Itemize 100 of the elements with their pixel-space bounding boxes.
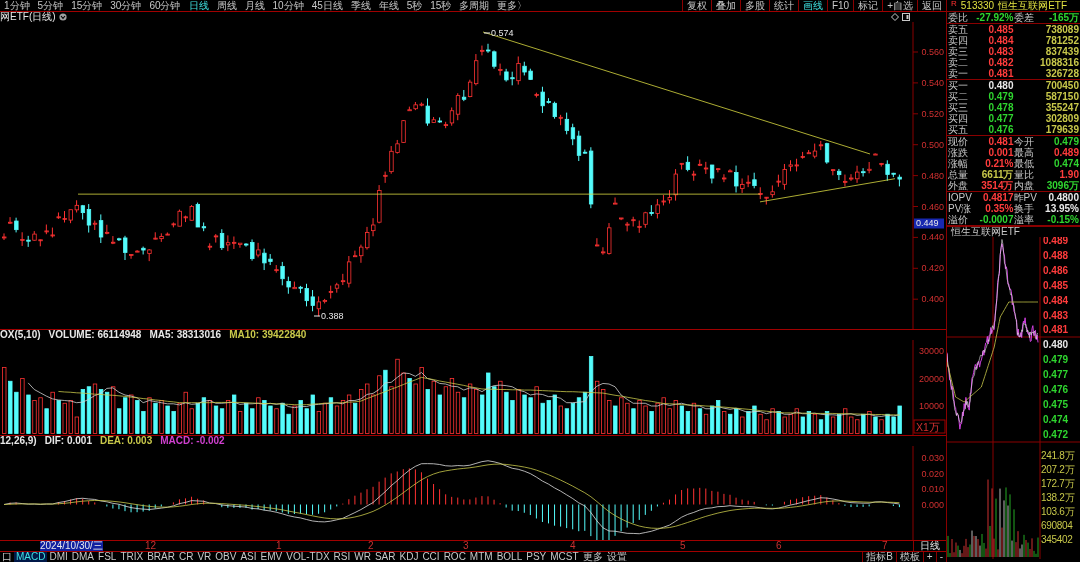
field-value: 0.479 <box>1052 136 1079 147</box>
bar <box>837 414 842 435</box>
period-tab[interactable]: 1分钟 <box>0 0 34 11</box>
tool-button[interactable]: 标记 <box>853 0 883 11</box>
bar <box>238 411 243 435</box>
indicator-tab[interactable]: FSL <box>96 552 119 562</box>
period-tab[interactable]: 日线 <box>184 0 213 11</box>
bar <box>44 408 49 435</box>
bar <box>776 411 781 435</box>
indicator-tab[interactable]: 设置 <box>604 552 629 562</box>
indicator-tab[interactable]: ROC <box>441 552 468 562</box>
axis-label: 138.2万 <box>1041 492 1075 503</box>
indicator-tab[interactable]: CR <box>176 552 196 562</box>
tool-button[interactable]: 叠加 <box>710 0 740 11</box>
indicator-tab[interactable]: BRAR <box>145 552 177 562</box>
tool-button[interactable]: 画线 <box>797 0 827 11</box>
bar <box>129 394 134 435</box>
period-tab[interactable]: 45日线 <box>307 0 347 11</box>
field-label: 买二 <box>948 91 969 102</box>
indicator-tab[interactable]: SAR <box>372 552 398 562</box>
field-label: 卖一 <box>948 68 969 79</box>
field-label: 内盘 <box>1013 180 1035 191</box>
indicator-tab[interactable]: CCI <box>420 552 442 562</box>
indicator-tab[interactable]: PSY <box>524 552 549 562</box>
diamond-icon[interactable] <box>891 13 899 21</box>
axis-label: 0.480 <box>921 170 944 181</box>
panel-toggle-icon[interactable] <box>902 13 910 21</box>
dropdown-icon[interactable] <box>58 13 67 21</box>
bar <box>147 397 152 435</box>
market-label: R <box>951 0 957 8</box>
indicator-tab[interactable]: 更多 <box>580 552 605 562</box>
field-label: 溢率 <box>1013 214 1035 225</box>
indicator-tab[interactable]: EMV <box>258 552 285 562</box>
bar <box>830 416 836 435</box>
bar <box>425 389 430 435</box>
indicator-tab[interactable]: VR <box>195 552 214 562</box>
bar <box>2 367 7 435</box>
axis-label: 0.560 <box>921 47 944 57</box>
tool-button[interactable]: +自选 <box>882 0 917 11</box>
tool-button[interactable]: 统计 <box>768 0 798 11</box>
period-tab[interactable]: 5秒 <box>402 0 427 11</box>
period-tab[interactable]: 10分钟 <box>268 0 308 11</box>
toolbar-button[interactable]: - <box>935 552 946 562</box>
indicator-tab[interactable]: DMI <box>47 552 70 562</box>
indicator-tab[interactable]: OBV <box>213 552 239 562</box>
field-value: 3096万 <box>1045 180 1079 191</box>
period-tab[interactable]: 更多〉 <box>493 0 532 11</box>
tool-button[interactable]: 多股 <box>739 0 769 11</box>
indicator-value: MA5: 38313016 <box>149 330 222 341</box>
order-price: 0.479 <box>987 91 1014 102</box>
bar <box>26 394 31 435</box>
field-label: PV涨 <box>948 203 972 214</box>
indicator-tab[interactable]: MTM <box>467 552 495 562</box>
date-label: 2024/10/30/三 <box>40 541 103 552</box>
period-tab[interactable]: 60分钟 <box>145 0 185 11</box>
indicator-tab[interactable]: MCST <box>548 552 581 562</box>
axis-label: 10000 <box>918 401 944 412</box>
field-label: 总量 <box>948 169 969 180</box>
field-label: 现价 <box>948 136 969 147</box>
tool-button[interactable]: 复权 <box>681 0 711 11</box>
period-tab[interactable]: 多周期 <box>455 0 494 11</box>
bar <box>232 394 237 435</box>
field-value: 6611万 <box>980 169 1014 180</box>
period-tab[interactable]: 15秒 <box>426 0 456 11</box>
period-tab[interactable]: 15分钟 <box>67 0 107 11</box>
field-label: 买一 <box>948 80 969 91</box>
field-value: 0.21% <box>984 158 1014 169</box>
bar <box>649 411 654 435</box>
indicator-tab[interactable]: ASI <box>238 552 259 562</box>
bar <box>576 397 582 435</box>
toolbar-button[interactable]: + <box>922 552 936 562</box>
bar <box>50 392 55 435</box>
toolbar-button[interactable]: 指标B <box>862 552 896 562</box>
indicator-tab[interactable]: MACD <box>14 552 48 562</box>
period-tab[interactable]: 月线 <box>240 0 269 11</box>
period-tab[interactable]: 5分钟 <box>33 0 68 11</box>
indicator-tab[interactable]: 口 <box>0 552 14 562</box>
indicator-tab[interactable]: DMA <box>69 552 97 562</box>
indicator-tab[interactable]: WR <box>352 552 373 562</box>
bar <box>613 405 618 435</box>
period-tab[interactable]: 年线 <box>374 0 403 11</box>
toolbar-button[interactable]: 模板 <box>895 552 923 562</box>
indicator-tab[interactable]: BOLL <box>494 552 525 562</box>
period-tab[interactable]: 季线 <box>346 0 375 11</box>
indicator-tab[interactable]: RSI <box>331 552 353 562</box>
bar <box>564 408 570 435</box>
period-tab[interactable]: 周线 <box>212 0 241 11</box>
date-label: 2 <box>368 541 374 552</box>
indicator-tab[interactable]: VOL-TDX <box>284 552 332 562</box>
indicator-tab[interactable]: TRIX <box>118 552 146 562</box>
tool-button[interactable]: F10 <box>826 0 854 11</box>
field-value: 0.4800 <box>1047 192 1079 203</box>
high-price-label: 0.574 <box>483 28 514 38</box>
indicator-tab[interactable]: KDJ <box>397 552 421 562</box>
period-tab[interactable]: 30分钟 <box>106 0 146 11</box>
tool-button[interactable]: 返回 <box>917 0 946 11</box>
axis-label: 690804 <box>1041 520 1073 531</box>
indicator-value: MACD: -0.002 <box>160 435 225 446</box>
order-price: 0.478 <box>987 102 1014 113</box>
bar <box>697 408 703 435</box>
